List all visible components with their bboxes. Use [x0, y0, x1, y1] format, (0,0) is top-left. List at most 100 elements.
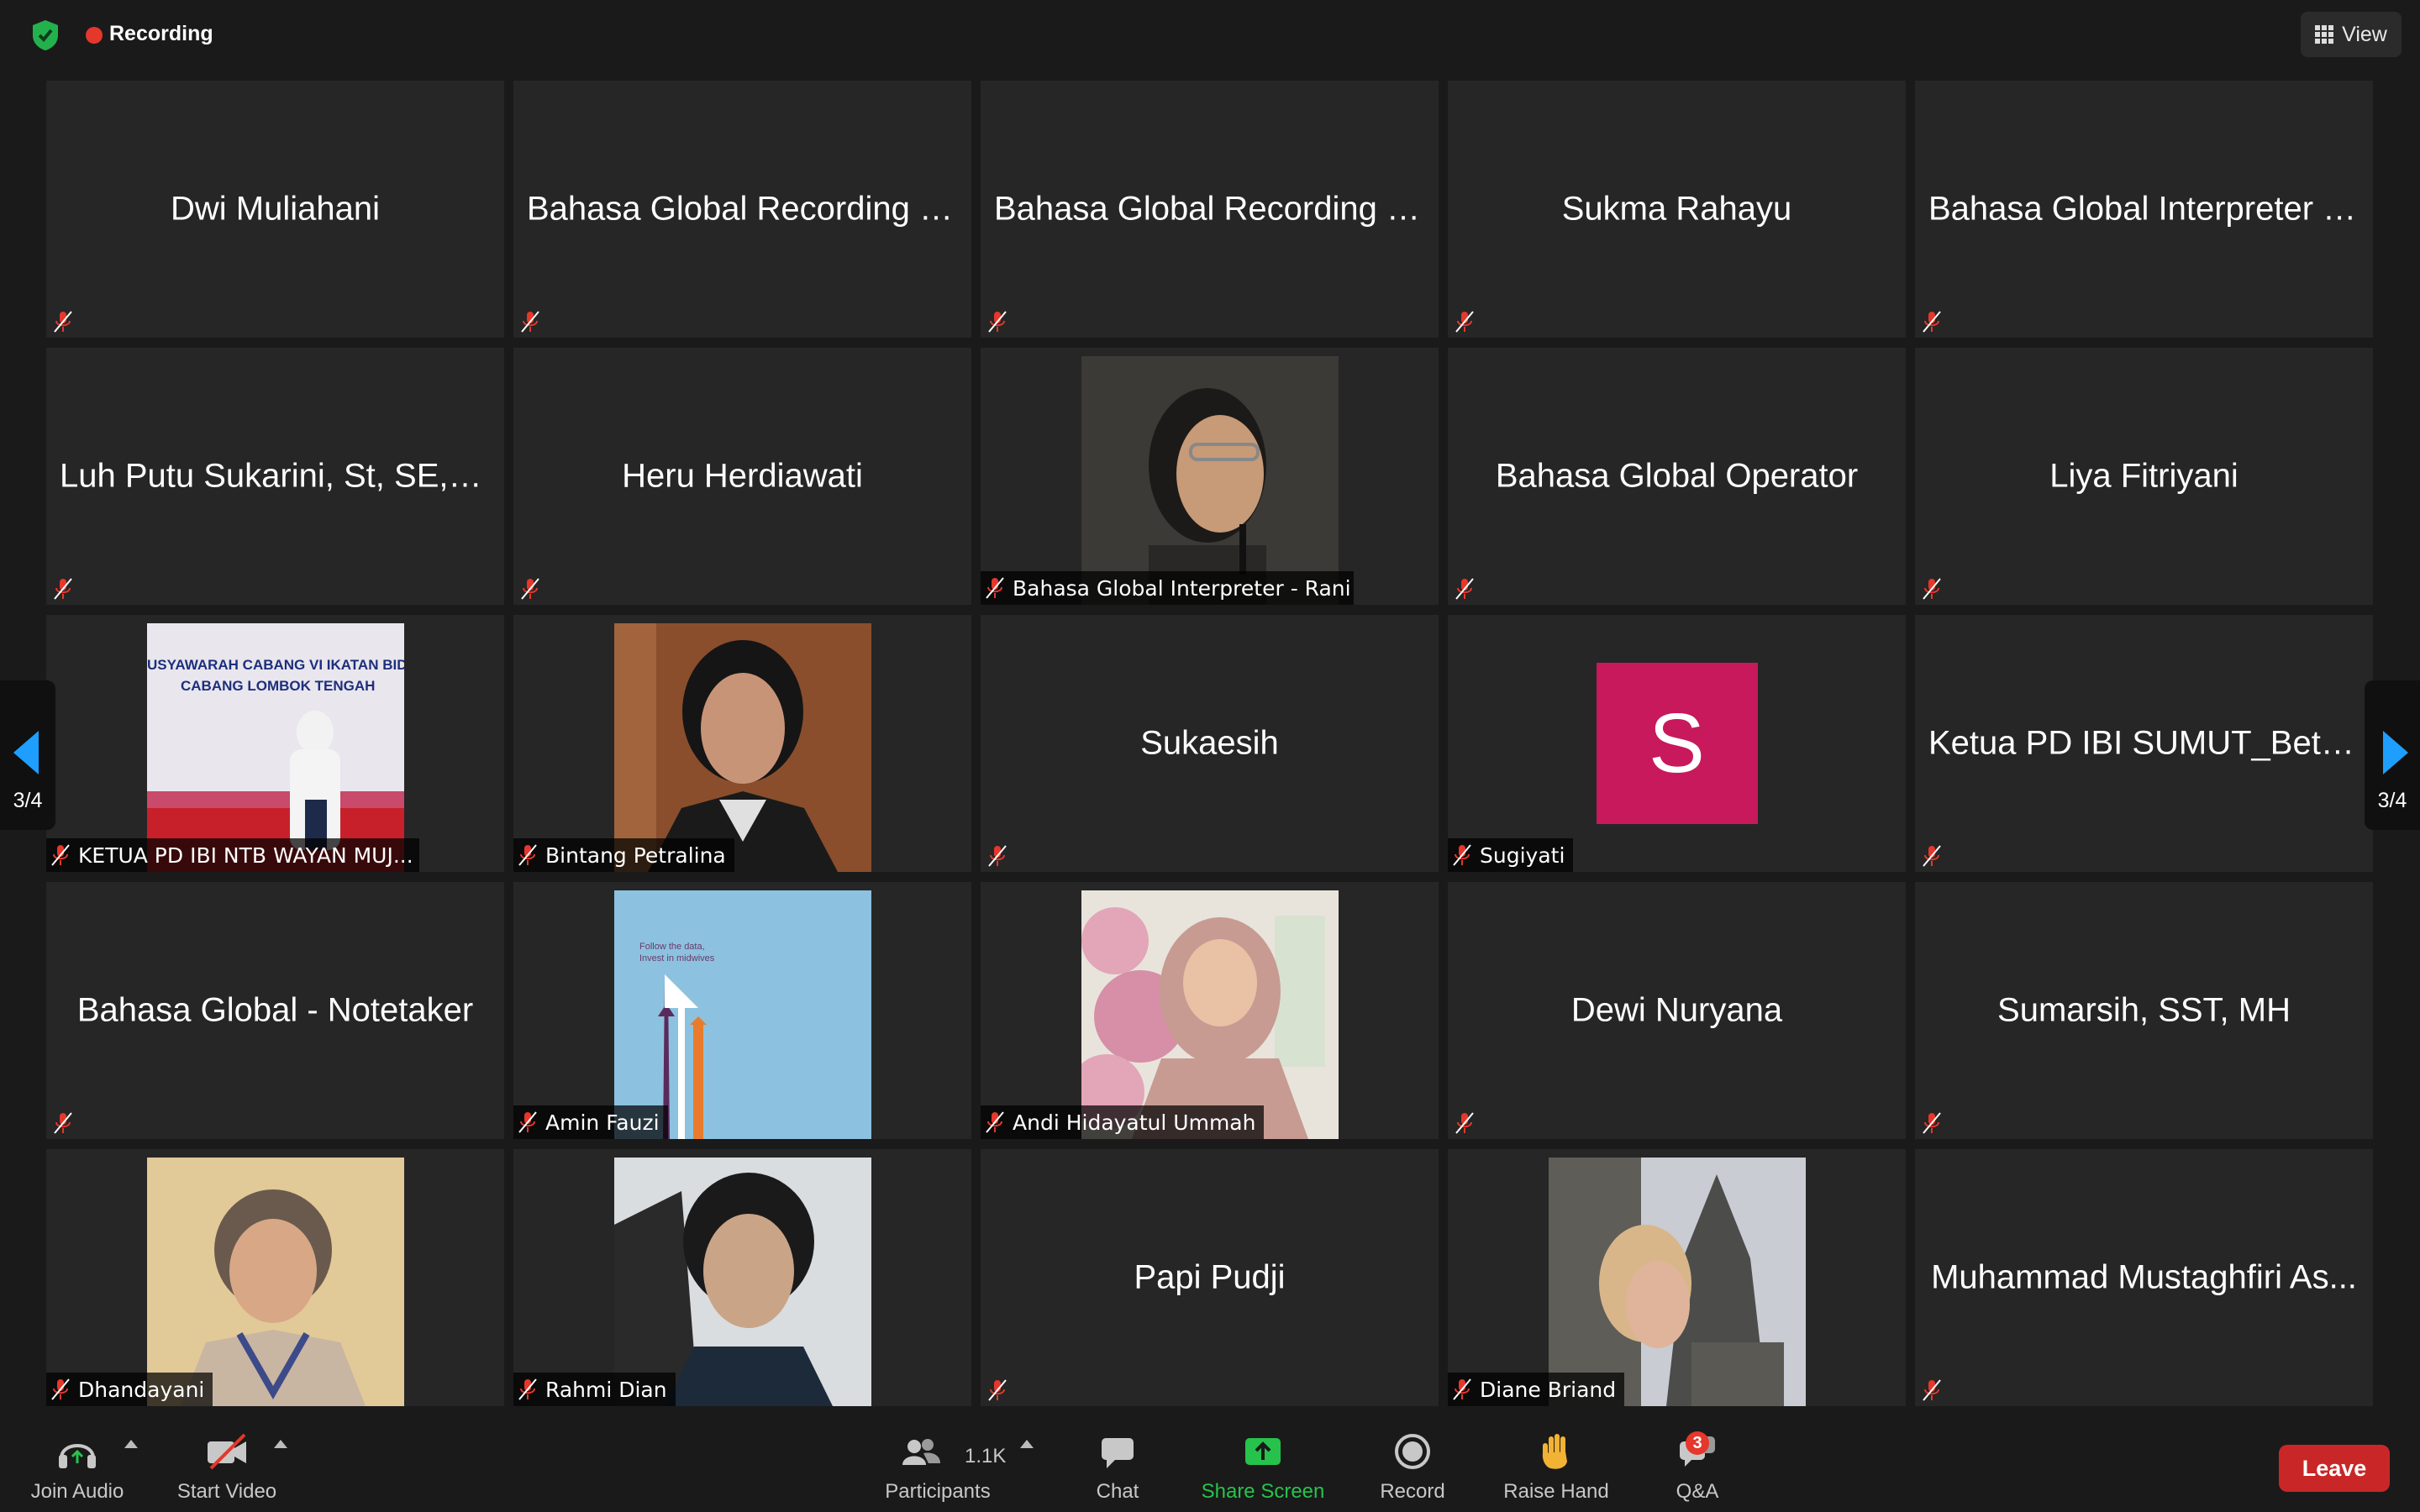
participant-name-tag: Bintang Petralina [513, 838, 734, 872]
chat-bubble-icon [1102, 1438, 1134, 1468]
participant-name: Bahasa Global - Notetaker [76, 991, 474, 1029]
video-off-icon [208, 1433, 246, 1470]
participant-tile[interactable]: USYAWARAH CABANG VI IKATAN BIDAN INDONE … [46, 615, 504, 872]
participant-video: USYAWARAH CABANG VI IKATAN BIDAN INDONE … [146, 623, 404, 872]
participant-name: Luh Putu Sukarini, St, SE, M... [60, 457, 491, 495]
participant-tile[interactable]: Bahasa Global Interpreter - Rani [981, 348, 1439, 605]
mic-muted-icon [518, 1378, 537, 1400]
participant-tile[interactable]: Luh Putu Sukarini, St, SE, M... [46, 348, 504, 605]
mic-muted-icon [54, 1112, 72, 1134]
banner-text-line-2: CABANG LOMBOK TENGAH [181, 678, 375, 694]
participant-name: Andi Hidayatul Ummah [1013, 1110, 1256, 1135]
mic-muted-icon [51, 1378, 70, 1400]
share-screen-label: Share Screen [1201, 1480, 1325, 1503]
start-video-button[interactable]: Start Video [171, 1421, 282, 1512]
leave-button[interactable]: Leave [2279, 1445, 2390, 1492]
join-audio-label: Join Audio [30, 1480, 124, 1503]
mic-muted-icon [1923, 311, 1941, 333]
mic-muted-icon [1923, 578, 1941, 600]
banner-text-line-1: USYAWARAH CABANG VI IKATAN BIDAN INDONE [147, 657, 404, 673]
video-options-caret-icon[interactable] [274, 1440, 287, 1448]
mic-muted-icon [1453, 844, 1471, 866]
participant-video [1081, 890, 1339, 1139]
participant-tile[interactable]: Andi Hidayatul Ummah [981, 882, 1439, 1139]
mic-muted-icon [54, 578, 72, 600]
participant-tile[interactable]: Bahasa Global Interpreter -... [1915, 81, 2373, 338]
participant-tile[interactable]: Bahasa Global Recording -... [981, 81, 1439, 338]
participant-name: Papi Pudji [1134, 1258, 1286, 1296]
mic-muted-icon [1455, 1112, 1474, 1134]
participant-tile[interactable]: Bahasa Global Recording -... [513, 81, 971, 338]
participant-name: Bahasa Global Interpreter - Rani [1013, 575, 1351, 601]
participant-tile[interactable]: Sumarsih, SST, MH [1915, 882, 2373, 1139]
mic-muted-icon [1923, 845, 1941, 867]
participant-name-tag: Rahmi Dian [513, 1373, 676, 1406]
participant-tile[interactable]: Dwi Muliahani [46, 81, 504, 338]
arrow-left-icon [13, 731, 39, 774]
mic-muted-icon [986, 577, 1004, 599]
participant-tile[interactable]: Papi Pudji [981, 1149, 1439, 1406]
participant-tile[interactable]: Sukma Rahayu [1448, 81, 1906, 338]
participant-name: Bintang Petralina [545, 843, 726, 868]
participant-name: Bahasa Global Recording -... [527, 190, 958, 228]
participant-name-tag: Bahasa Global Interpreter - Rani [981, 571, 1354, 605]
poster-text-line-2: Invest in midwives [639, 953, 715, 963]
participant-tile[interactable]: Sukaesih [981, 615, 1439, 872]
participant-tile[interactable]: S Sugiyati [1448, 615, 1906, 872]
participant-tile[interactable]: Diane Briand [1448, 1149, 1906, 1406]
participant-tile[interactable]: Ketua PD IBI SUMUT_Betty... [1915, 615, 2373, 872]
participant-name-tag: Diane Briand [1448, 1373, 1625, 1406]
participants-options-caret-icon[interactable] [1020, 1440, 1034, 1448]
view-button[interactable]: View [2301, 12, 2402, 57]
participant-name: Ketua PD IBI SUMUT_Betty... [1928, 724, 2360, 762]
mic-muted-icon [518, 1111, 537, 1133]
participants-count: 1.1K [965, 1445, 1007, 1467]
participant-tile[interactable]: Dhandayani [46, 1149, 504, 1406]
audio-options-caret-icon[interactable] [124, 1440, 138, 1448]
participant-name: Diane Briand [1480, 1377, 1617, 1402]
participant-video [1081, 356, 1339, 605]
participant-tile[interactable]: Rahmi Dian [513, 1149, 971, 1406]
chat-button[interactable]: Chat [1076, 1421, 1160, 1512]
participant-tile[interactable]: Liya Fitriyani [1915, 348, 2373, 605]
participant-tile[interactable]: Muhammad Mustaghfiri As... [1915, 1149, 2373, 1406]
join-audio-button[interactable]: Join Audio [25, 1421, 129, 1512]
participant-video [613, 1158, 871, 1406]
participant-tile[interactable]: Dewi Nuryana [1448, 882, 1906, 1139]
participant-name: Heru Herdiawati [622, 457, 863, 495]
arrow-right-icon [2383, 731, 2408, 774]
mic-muted-icon [54, 311, 72, 333]
mic-muted-icon [988, 845, 1007, 867]
participant-name-tag: Andi Hidayatul Ummah [981, 1105, 1265, 1139]
share-screen-button[interactable]: Share Screen [1193, 1421, 1333, 1512]
participant-tile[interactable]: Bintang Petralina [513, 615, 971, 872]
participant-tile[interactable]: Follow the data, Invest in midwives Amin… [513, 882, 971, 1139]
participant-name-tag: Sugiyati [1448, 838, 1574, 872]
qa-notification-badge: 3 [1686, 1431, 1709, 1455]
meeting-toolbar: Join Audio Start Video Participants 1.1K… [0, 1421, 2420, 1512]
participant-tile[interactable]: Bahasa Global - Notetaker [46, 882, 504, 1139]
participant-name-tag: Dhandayani [46, 1373, 213, 1406]
participant-name: Rahmi Dian [545, 1377, 667, 1402]
participant-video [1548, 1158, 1806, 1406]
participant-tile[interactable]: Bahasa Global Operator [1448, 348, 1906, 605]
grid-icon [2315, 25, 2334, 44]
mic-muted-icon [521, 311, 539, 333]
previous-page-button[interactable]: 3/4 [0, 680, 55, 830]
record-label: Record [1380, 1480, 1445, 1503]
participant-video [613, 623, 871, 872]
record-button[interactable]: Record [1366, 1421, 1459, 1512]
mic-muted-icon [1455, 311, 1474, 333]
participant-name: KETUA PD IBI NTB WAYAN MUJ... [78, 843, 413, 868]
share-screen-icon [1245, 1438, 1281, 1465]
shield-check-icon[interactable] [30, 18, 60, 52]
raise-hand-button[interactable]: Raise Hand [1492, 1421, 1620, 1512]
participant-name: Dhandayani [78, 1377, 205, 1402]
next-page-button[interactable]: 3/4 [2365, 680, 2420, 830]
chat-label: Chat [1096, 1480, 1139, 1503]
mic-muted-icon [51, 844, 70, 866]
participant-name: Bahasa Global Operator [1495, 457, 1859, 495]
participant-name: Sumarsih, SST, MH [1997, 991, 2291, 1029]
participant-avatar: S [1596, 663, 1758, 824]
participant-tile[interactable]: Heru Herdiawati [513, 348, 971, 605]
